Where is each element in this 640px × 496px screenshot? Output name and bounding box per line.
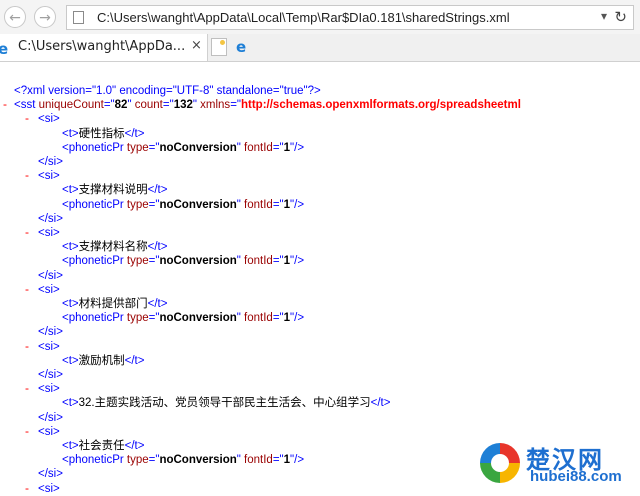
si-close-line: </si> bbox=[38, 212, 63, 225]
collapse-toggle[interactable]: - bbox=[25, 381, 29, 395]
forward-arrow-icon: → bbox=[39, 10, 51, 26]
tab-bar: e C:\Users\wanght\AppDa... × e bbox=[0, 34, 640, 62]
tab-sharedstrings[interactable]: e C:\Users\wanght\AppDa... × bbox=[0, 34, 208, 61]
watermark-domain: hubei88.com bbox=[530, 468, 622, 485]
edge-icon[interactable]: e bbox=[236, 38, 246, 56]
collapse-toggle[interactable]: - bbox=[25, 424, 29, 438]
phonetic-line: <phoneticPr type="noConversion" fontId="… bbox=[62, 255, 305, 268]
si-close-line: </si> bbox=[38, 369, 63, 381]
entry-text: 支撑材料名称 bbox=[78, 241, 148, 254]
forward-button[interactable]: → bbox=[34, 6, 56, 28]
collapse-toggle[interactable]: - bbox=[25, 168, 29, 182]
si-open-line: <si> bbox=[38, 383, 60, 396]
text-line: <t>激励机制</t> bbox=[62, 354, 145, 367]
si-open-line: <si> bbox=[38, 113, 60, 126]
phonetic-line: <phoneticPr type="noConversion" fontId="… bbox=[62, 198, 305, 211]
tab-title: C:\Users\wanght\AppDa... bbox=[18, 39, 186, 54]
collapse-toggle[interactable]: - bbox=[25, 481, 29, 495]
address-url[interactable]: C:\Users\wanght\AppData\Local\Temp\Rar$D… bbox=[97, 10, 510, 25]
xml-declaration-text: <?xml version="1.0" encoding="UTF-8" sta… bbox=[14, 85, 321, 97]
chevron-down-icon[interactable]: ▾ bbox=[601, 9, 607, 23]
si-close-line: </si> bbox=[38, 269, 63, 282]
page-icon bbox=[73, 11, 84, 24]
si-open-line: <si> bbox=[38, 227, 60, 239]
si-open-line: <si> bbox=[38, 340, 60, 353]
xml-document-view: <?xml version="1.0" encoding="UTF-8" sta… bbox=[0, 62, 640, 495]
collapse-toggle[interactable]: - bbox=[25, 339, 29, 353]
logo-emblem-icon bbox=[480, 443, 520, 483]
si-open-line: <si> bbox=[38, 482, 60, 495]
text-line: <t>社会责任</t> bbox=[62, 440, 145, 452]
ie-icon: e bbox=[0, 40, 9, 58]
phonetic-line: <phoneticPr type="noConversion" fontId="… bbox=[62, 454, 305, 467]
si-close-line: </si> bbox=[38, 411, 63, 424]
back-arrow-icon: ← bbox=[9, 10, 21, 26]
watermark-logo: 楚汉网 hubei88.com bbox=[478, 440, 638, 490]
address-bar[interactable]: C:\Users\wanght\AppData\Local\Temp\Rar$D… bbox=[66, 5, 634, 30]
si-open-line: <si> bbox=[38, 170, 60, 183]
entry-text: 激励机制 bbox=[78, 354, 125, 367]
collapse-toggle[interactable]: - bbox=[3, 97, 7, 111]
entry-text: 32.主题实践活动、党员领导干部民主生活会、中心组学习 bbox=[78, 397, 371, 410]
back-button[interactable]: ← bbox=[4, 6, 26, 28]
browser-toolbar: ← → C:\Users\wanght\AppData\Local\Temp\R… bbox=[0, 0, 640, 34]
new-tab-icon[interactable] bbox=[211, 38, 227, 56]
text-line: <t>材料提供部门</t> bbox=[62, 298, 168, 310]
collapse-toggle[interactable]: - bbox=[25, 225, 29, 239]
si-open-line: <si> bbox=[38, 425, 60, 438]
close-icon[interactable]: × bbox=[191, 38, 202, 53]
entry-text: 支撑材料说明 bbox=[78, 184, 148, 197]
sst-open-line: <sst uniqueCount="82" count="132" xmlns=… bbox=[14, 99, 521, 112]
collapse-toggle[interactable]: - bbox=[25, 111, 29, 125]
si-close-line: </si> bbox=[38, 468, 63, 481]
phonetic-line: <phoneticPr type="noConversion" fontId="… bbox=[62, 141, 305, 154]
entry-text: 硬性指标 bbox=[78, 127, 125, 140]
text-line: <t>支撑材料说明</t> bbox=[62, 184, 168, 197]
phonetic-line: <phoneticPr type="noConversion" fontId="… bbox=[62, 312, 305, 325]
si-open-line: <si> bbox=[38, 283, 60, 296]
entry-text: 社会责任 bbox=[78, 440, 125, 452]
xml-declaration-line: <?xml version="1.0" encoding="UTF-8" sta… bbox=[14, 84, 321, 98]
si-close-line: </si> bbox=[38, 326, 63, 339]
entry-text: 材料提供部门 bbox=[78, 298, 148, 310]
text-line: <t>支撑材料名称</t> bbox=[62, 241, 168, 254]
text-line: <t>硬性指标</t> bbox=[62, 127, 145, 140]
collapse-toggle[interactable]: - bbox=[25, 282, 29, 296]
text-line: <t>32.主题实践活动、党员领导干部民主生活会、中心组学习</t> bbox=[62, 397, 391, 410]
refresh-icon[interactable]: ↻ bbox=[614, 8, 627, 26]
si-close-line: </si> bbox=[38, 156, 63, 168]
